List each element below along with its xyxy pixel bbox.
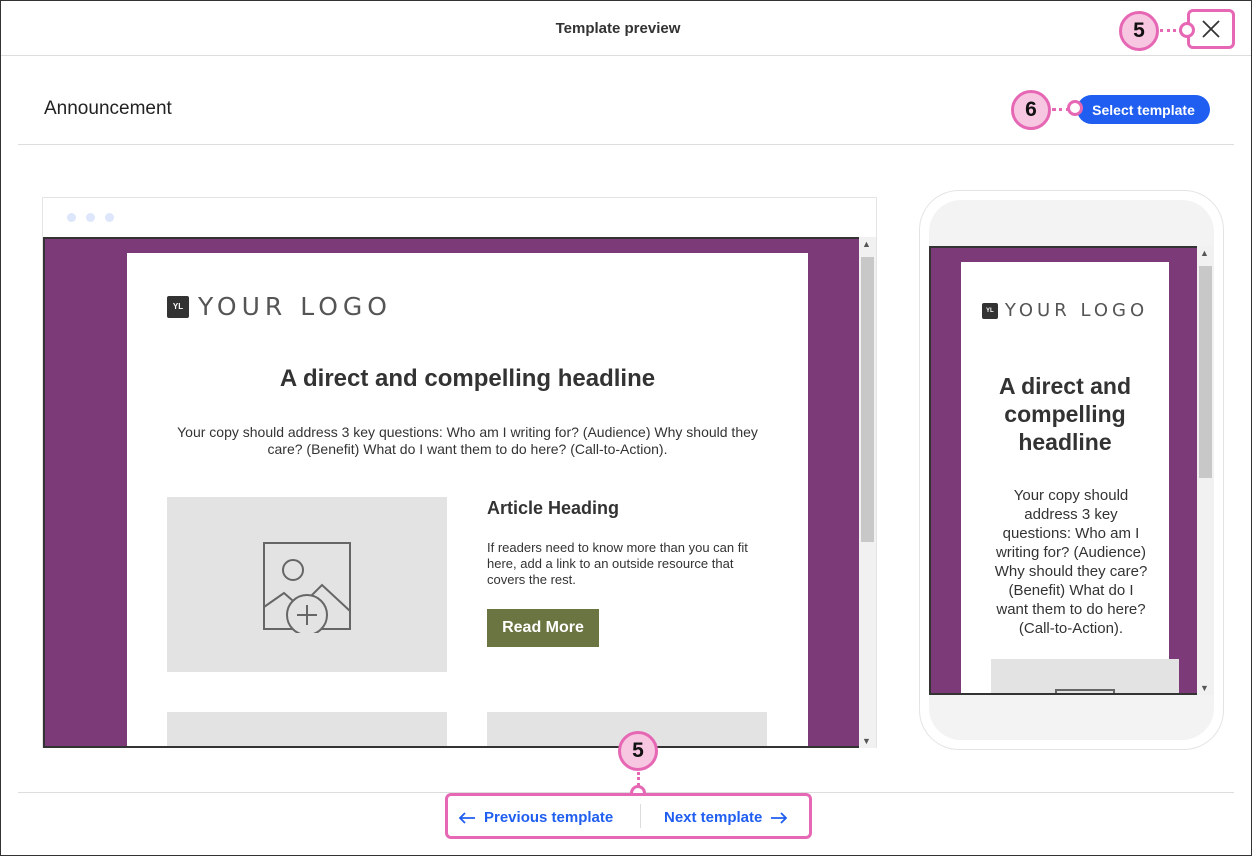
arrow-right-icon bbox=[771, 811, 788, 824]
scroll-down-icon[interactable]: ▼ bbox=[862, 736, 871, 746]
select-template-button[interactable]: Select template bbox=[1077, 95, 1210, 124]
callout-anchor bbox=[1067, 100, 1083, 116]
email-body: YL YOUR LOGO A direct and compelling hea… bbox=[127, 253, 808, 746]
scroll-thumb[interactable] bbox=[861, 257, 874, 542]
browser-dot bbox=[67, 213, 76, 222]
email-copy: Your copy should address 3 key questions… bbox=[177, 424, 758, 457]
callout-anchor bbox=[1179, 22, 1195, 38]
scroll-up-icon[interactable]: ▲ bbox=[1200, 248, 1209, 258]
nav-separator bbox=[640, 804, 641, 828]
previous-template-label: Previous template bbox=[484, 809, 614, 826]
article-heading: Article Heading bbox=[487, 498, 620, 518]
previous-template-link[interactable]: Previous template bbox=[458, 809, 613, 826]
image-placeholder bbox=[167, 712, 447, 746]
email-headline: A direct and compelling headline bbox=[998, 373, 1132, 455]
desktop-email-viewport[interactable]: YL YOUR LOGO A direct and compelling hea… bbox=[43, 237, 859, 748]
scroll-thumb[interactable] bbox=[1199, 266, 1212, 478]
callout-connector bbox=[637, 772, 640, 786]
divider bbox=[18, 144, 1234, 145]
callout-badge: 6 bbox=[1011, 90, 1051, 130]
image-placeholder bbox=[991, 659, 1179, 693]
email-headline: A direct and compelling headline bbox=[279, 365, 656, 392]
scroll-up-icon[interactable]: ▲ bbox=[862, 239, 871, 249]
logo: YL YOUR LOGO bbox=[167, 292, 392, 321]
modal-header: Template preview bbox=[1, 1, 1251, 56]
template-navigation: Previous template Next template bbox=[445, 793, 812, 839]
desktop-preview: YL YOUR LOGO A direct and compelling hea… bbox=[42, 197, 877, 748]
logo-text: YOUR LOGO bbox=[198, 292, 392, 321]
logo-mark: YL bbox=[981, 302, 998, 319]
image-add-icon bbox=[263, 542, 351, 633]
logo-mark: YL bbox=[167, 295, 189, 318]
logo-text: YOUR LOGO bbox=[1004, 300, 1149, 321]
desktop-scrollbar[interactable]: ▲ ▼ bbox=[859, 237, 876, 748]
template-name: Announcement bbox=[44, 98, 172, 119]
callout-badge: 5 bbox=[618, 731, 658, 771]
logo: YL YOUR LOGO bbox=[961, 300, 1169, 321]
next-template-link[interactable]: Next template bbox=[664, 809, 788, 826]
read-more-button[interactable]: Read More bbox=[487, 609, 599, 647]
modal-title: Template preview bbox=[555, 20, 681, 37]
scroll-down-icon[interactable]: ▼ bbox=[1200, 683, 1209, 693]
next-template-label: Next template bbox=[664, 809, 763, 826]
article-body: If readers need to know more than you ca… bbox=[487, 540, 748, 587]
mobile-preview: YL YOUR LOGO A direct and compelling hea… bbox=[919, 190, 1224, 750]
phone-screen: YL YOUR LOGO A direct and compelling hea… bbox=[929, 200, 1214, 740]
mobile-email-viewport[interactable]: YL YOUR LOGO A direct and compelling hea… bbox=[929, 246, 1197, 695]
callout-badge: 5 bbox=[1119, 11, 1159, 51]
browser-bar bbox=[43, 198, 876, 238]
email-copy: Your copy should address 3 key questions… bbox=[994, 487, 1148, 637]
browser-dot bbox=[105, 213, 114, 222]
close-icon bbox=[1202, 20, 1220, 38]
mobile-email-body: YL YOUR LOGO A direct and compelling hea… bbox=[961, 262, 1179, 693]
image-icon bbox=[1055, 689, 1115, 693]
browser-dot bbox=[86, 213, 95, 222]
mobile-scrollbar[interactable]: ▲ ▼ bbox=[1197, 246, 1214, 695]
template-preview-modal: Template preview 5 Announcement Select t… bbox=[0, 0, 1252, 856]
image-placeholder bbox=[167, 497, 447, 672]
arrow-left-icon bbox=[458, 811, 475, 824]
